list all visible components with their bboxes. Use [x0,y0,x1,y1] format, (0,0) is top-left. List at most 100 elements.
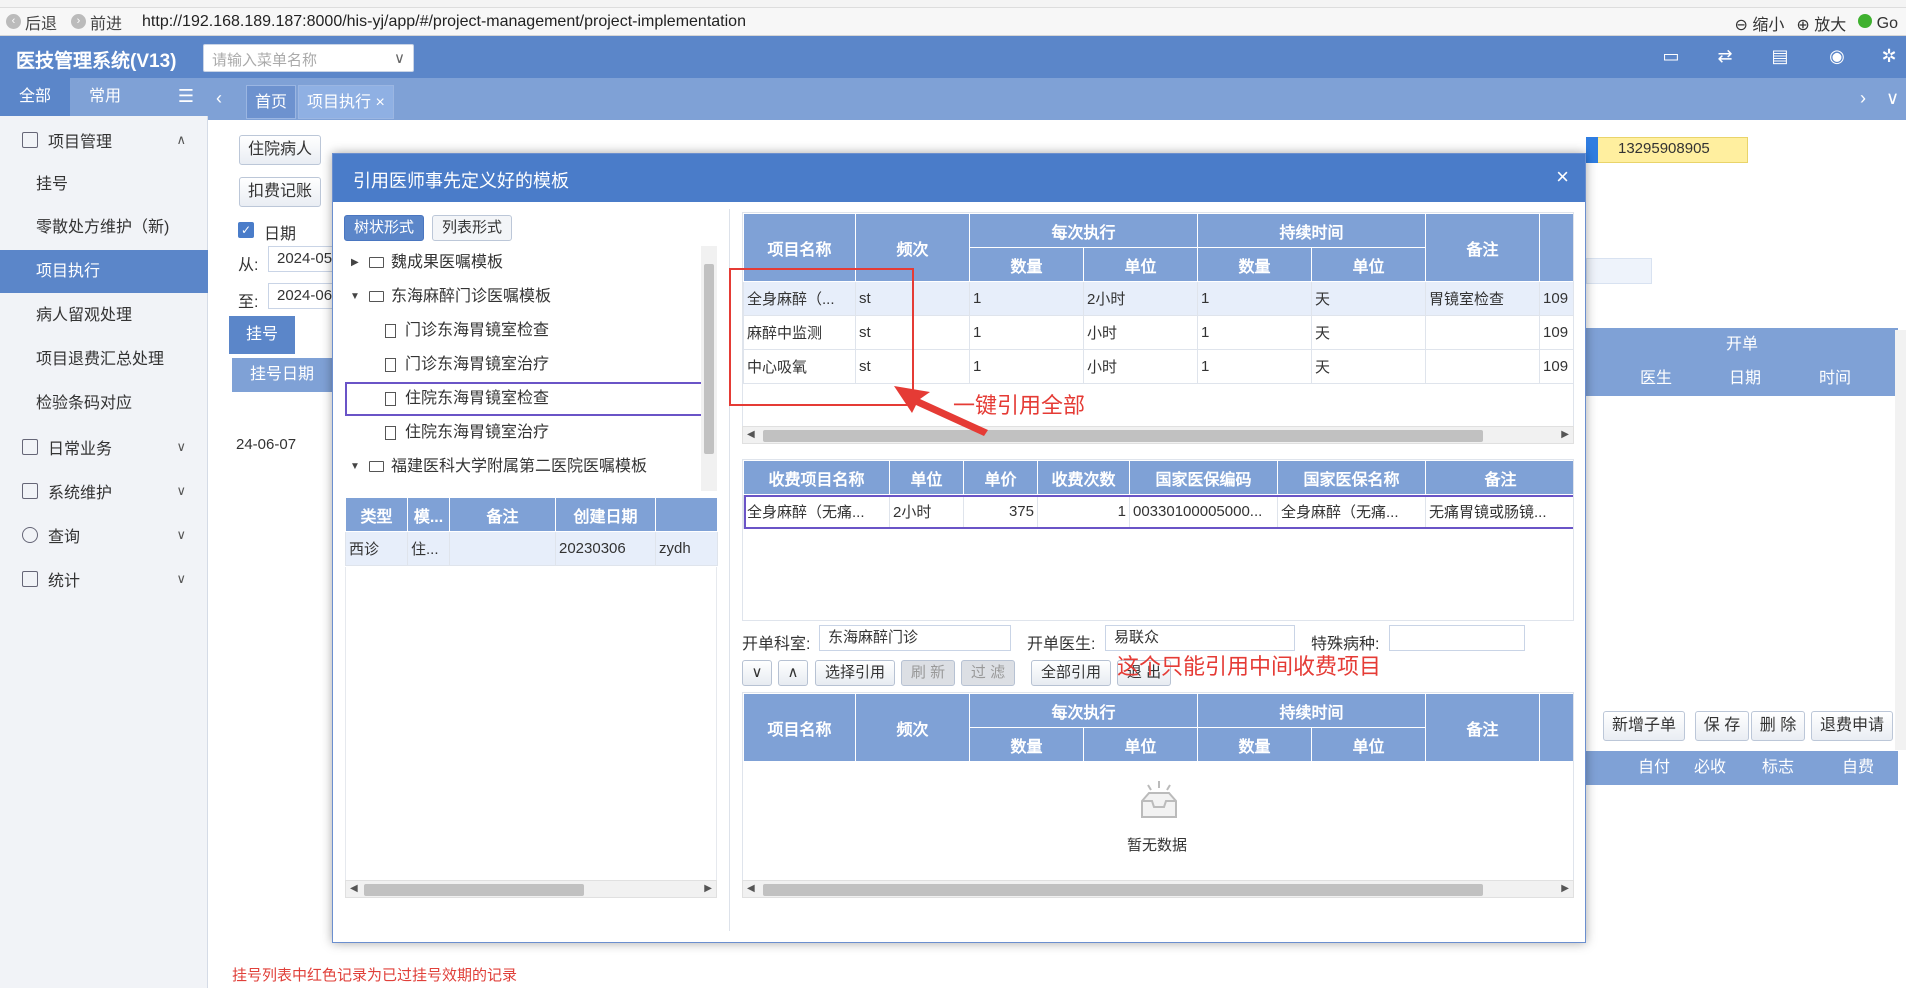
close-icon[interactable]: × [375,94,384,111]
scroll-thumb[interactable] [763,884,1483,896]
table-row[interactable]: 西诊 住... 20230306 zydh [345,531,718,566]
tree-node-template[interactable]: 门诊东海胃镜室治疗 [345,348,717,382]
scroll-left-icon[interactable]: ◀ [747,881,755,897]
select-reference-button[interactable]: 选择引用 [815,660,895,686]
scroll-thumb[interactable] [763,430,1483,442]
table-row[interactable]: 全身麻醉（无痛... 2小时 375 1 00330100005000... 全… [743,494,1573,529]
tab-list-view[interactable]: 列表形式 [432,215,513,241]
zoom-in-button[interactable]: ⊕ 放大 [1796,11,1846,35]
from-date-field[interactable]: 2024-05 [268,246,334,272]
sidebar-group-project[interactable]: 项目管理 ∧ [0,120,208,160]
tab-project-execution[interactable]: 项目执行 × [298,85,394,119]
cell: 109 [1539,281,1573,316]
disease-field[interactable] [1389,625,1525,651]
scroll-thumb[interactable] [364,884,584,896]
tree-scrollbar[interactable] [701,246,717,491]
sidebar-group-maintenance[interactable]: 系统维护 ∨ [0,471,208,511]
chevron-down-icon[interactable]: ∨ [1886,88,1899,109]
menu-search-input[interactable]: 请输入菜单名称 ∨ [203,44,414,72]
screen-icon[interactable]: ▭ [1660,46,1682,66]
scroll-right-icon[interactable]: ▶ [1561,881,1569,897]
address-bar[interactable]: http://192.168.189.187:8000/his-yj/app/#… [142,13,746,31]
items-hscroll[interactable]: ◀ ▶ [742,426,1574,444]
tree-node-folder[interactable]: ▼ 东海麻醉门诊医嘱模板 [345,280,717,314]
sidebar-item-barcode[interactable]: 检验条码对应 [0,382,208,425]
close-icon[interactable]: × [1556,164,1569,190]
expand-icon[interactable]: ▶ [351,246,359,280]
tree-node-folder[interactable]: ▼ 福建医科大学附属第二医院医嘱模板 [345,450,717,484]
doctor-field[interactable]: 易联众 [1105,625,1295,651]
refresh-button[interactable]: 刷 新 [901,660,955,686]
tree-node-template-selected[interactable]: 住院东海胃镜室检查 [345,382,717,416]
folder-open-icon [369,461,384,472]
bg-vscroll[interactable] [1895,330,1906,750]
tab-scroll-left-icon[interactable]: ‹ [216,88,222,109]
tab-tree-view[interactable]: 树状形式 [344,215,425,241]
tree-node-folder[interactable]: ▶ 魏成果医嘱模板 [345,246,717,280]
document-icon[interactable]: ▤ [1769,46,1791,66]
selected-items-hscroll[interactable]: ◀ ▶ [742,880,1574,898]
date-checkbox[interactable]: ✓ [238,222,254,238]
tree-scrollbar-thumb[interactable] [704,264,714,454]
scroll-right-icon[interactable]: ▶ [704,881,712,897]
transfer-icon[interactable]: ⇄ [1714,46,1736,66]
gear-icon[interactable]: ✲ [1878,46,1900,66]
scroll-left-icon[interactable]: ◀ [747,427,755,443]
cell: 天 [1311,281,1427,316]
sidebar-group-query[interactable]: 查询 ∨ [0,515,208,555]
sidebar-item-execution[interactable]: 项目执行 [0,250,208,293]
register-tab[interactable]: 挂号 [229,316,295,354]
dept-field[interactable]: 东海麻醉门诊 [819,625,1011,651]
template-list-hscroll[interactable]: ◀ ▶ [345,880,717,898]
move-down-button[interactable]: ∨ [742,660,772,686]
inpatient-button[interactable]: 住院病人 [239,135,321,165]
sidebar-group-daily[interactable]: 日常业务 ∨ [0,427,208,467]
zoom-out-button[interactable]: ⊖ 缩小 [1734,11,1784,35]
collapse-icon[interactable]: ▼ [350,450,360,484]
sidebar-item-observation[interactable]: 病人留观处理 [0,294,208,337]
scroll-right-icon[interactable]: ▶ [1561,427,1569,443]
back-button[interactable]: 后退 [25,10,57,34]
sidebar-item-register[interactable]: 挂号 [0,163,208,206]
tree-node-template[interactable]: 住院东海胃镜室治疗 [345,416,717,450]
sidebar-item-refund-summary[interactable]: 项目退费汇总处理 [0,338,208,381]
forward-icon[interactable]: › [71,14,87,29]
bg-field [1586,258,1652,284]
col-note: 备注 [1425,693,1541,762]
col-required: 必收 [1693,759,1726,776]
theme-icon[interactable]: ◉ [1826,46,1848,66]
reference-all-button[interactable]: 全部引用 [1031,660,1111,686]
tab-label: 项目执行 [307,94,372,111]
menu-collapse-icon[interactable]: ☰ [178,86,194,107]
scroll-left-icon[interactable]: ◀ [350,881,358,897]
forward-button[interactable]: 前进 [90,10,122,34]
refund-request-button[interactable]: 退费申请 [1811,711,1893,741]
register-row-date[interactable]: 24-06-07 [236,436,296,453]
tab-home[interactable]: 首页 [246,85,297,119]
add-sub-order-button[interactable]: 新增子单 [1603,711,1685,741]
filter-button[interactable]: 过 滤 [961,660,1015,686]
tree-node-template[interactable]: 门诊东海胃镜室检查 [345,314,717,348]
delete-button[interactable]: 删 除 [1751,711,1805,741]
to-date-field[interactable]: 2024-06 [268,283,334,309]
go-button[interactable]: Go [1858,13,1898,33]
zoom-out-icon: ⊖ [1734,17,1748,34]
sidebar-tab-common[interactable]: 常用 [70,78,140,116]
cell: 1 [969,349,1084,384]
sidebar-group-stats[interactable]: 统计 ∨ [0,559,208,599]
col-created-date: 创建日期 [555,497,656,532]
collapse-icon[interactable]: ▼ [350,280,360,314]
deduct-record-button[interactable]: 扣费记账 [239,177,321,207]
sidebar-tab-all[interactable]: 全部 [0,78,70,116]
dept-label: 开单科室: [742,636,811,653]
save-button[interactable]: 保 存 [1695,711,1749,741]
annotation-highlight-box [729,268,914,406]
tree-node-label: 住院东海胃镜室治疗 [405,424,550,441]
sidebar-item-prescription[interactable]: 零散处方维护（新) [0,206,208,249]
settings-icon [22,483,38,499]
col-date: 日期 [1728,370,1761,387]
tab-scroll-right-icon[interactable]: › [1860,88,1866,109]
move-up-button[interactable]: ∧ [778,660,808,686]
back-icon[interactable]: ‹ [6,14,21,29]
tree-node-template[interactable]: 套餐 [345,484,717,491]
